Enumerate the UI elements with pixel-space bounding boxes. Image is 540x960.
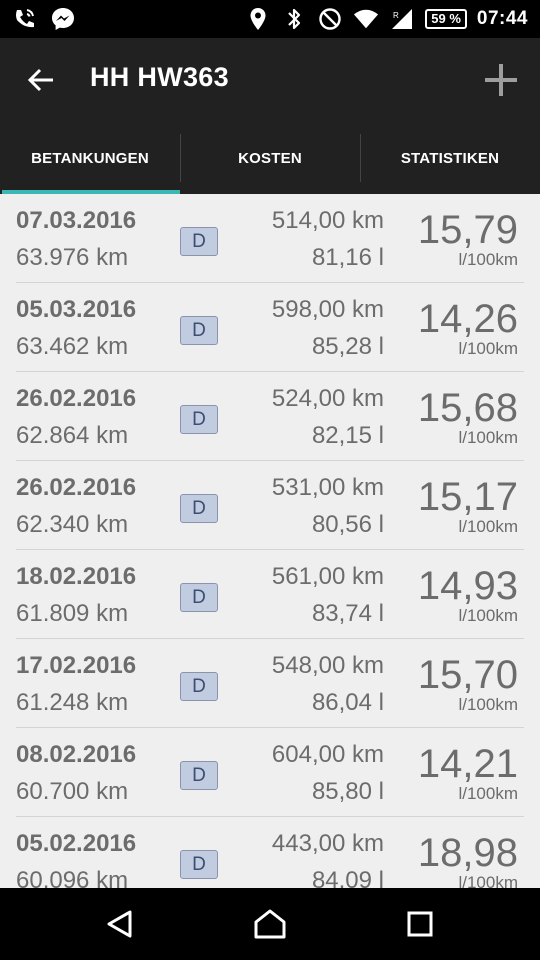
tab-bar: BETANKUNGEN KOSTEN STATISTIKEN xyxy=(0,122,540,194)
consumption-unit: l/100km xyxy=(458,428,518,447)
location-icon xyxy=(245,6,271,32)
status-time: 07:44 xyxy=(476,8,528,29)
entry-distance: 598,00 km xyxy=(271,296,384,323)
entry-volume: 80,56 l xyxy=(311,511,384,538)
entry-consumption: 15,17 xyxy=(417,475,518,519)
entry-volume: 85,28 l xyxy=(311,333,384,360)
tab-betankungen[interactable]: BETANKUNGEN xyxy=(0,122,180,194)
fuel-type-badge: D xyxy=(180,850,218,879)
battery-indicator: 59 % xyxy=(425,9,467,29)
entry-date: 17.02.2016 xyxy=(16,652,137,679)
fuel-type-badge: D xyxy=(180,672,218,701)
phone-wifi-calling-icon xyxy=(12,6,38,32)
entry-distance: 524,00 km xyxy=(271,385,384,412)
nav-back-button[interactable] xyxy=(90,900,150,948)
arrow-left-icon xyxy=(27,68,53,92)
entry-volume: 81,16 l xyxy=(311,244,384,271)
entry-volume: 83,74 l xyxy=(311,600,384,627)
entry-odometer: 62.864 km xyxy=(16,422,129,449)
entry-volume: 84,09 l xyxy=(311,867,384,888)
home-icon xyxy=(254,909,286,939)
entry-date: 05.03.2016 xyxy=(16,296,137,323)
entry-volume: 85,80 l xyxy=(311,778,384,805)
entry-date: 26.02.2016 xyxy=(16,385,137,412)
refueling-list[interactable]: 07.03.2016 63.976 km D 514,00 km 81,16 l… xyxy=(0,194,540,888)
entry-odometer: 60.096 km xyxy=(16,867,129,888)
system-nav-bar xyxy=(0,888,540,960)
entry-distance: 561,00 km xyxy=(271,563,384,590)
list-item[interactable]: 17.02.2016 61.248 km D 548,00 km 86,04 l… xyxy=(16,639,524,728)
entry-volume: 86,04 l xyxy=(311,689,384,716)
entry-date: 05.02.2016 xyxy=(16,830,137,857)
fuel-type-badge: D xyxy=(180,405,218,434)
entry-consumption: 14,26 xyxy=(417,297,518,341)
bluetooth-icon xyxy=(281,6,307,32)
nav-recents-button[interactable] xyxy=(390,900,450,948)
consumption-unit: l/100km xyxy=(458,339,518,358)
entry-consumption: 14,93 xyxy=(417,564,518,608)
entry-odometer: 63.462 km xyxy=(16,333,129,360)
fuel-type-badge: D xyxy=(180,316,218,345)
tab-statistiken[interactable]: STATISTIKEN xyxy=(360,122,540,194)
svg-text:R: R xyxy=(393,11,399,20)
entry-volume: 82,15 l xyxy=(311,422,384,449)
list-item[interactable]: 18.02.2016 61.809 km D 561,00 km 83,74 l… xyxy=(16,550,524,639)
app-bar: HH HW363 xyxy=(0,38,540,122)
entry-distance: 514,00 km xyxy=(271,207,384,234)
entry-distance: 531,00 km xyxy=(271,474,384,501)
signal-icon: R xyxy=(389,6,415,32)
consumption-unit: l/100km xyxy=(458,695,518,714)
status-bar: R 59 % 07:44 xyxy=(0,0,540,38)
entry-distance: 548,00 km xyxy=(271,652,384,679)
wifi-icon xyxy=(353,6,379,32)
messenger-icon xyxy=(50,6,76,32)
entry-consumption: 18,98 xyxy=(417,831,518,875)
list-item[interactable]: 07.03.2016 63.976 km D 514,00 km 81,16 l… xyxy=(16,194,524,283)
entry-consumption: 14,21 xyxy=(417,742,518,786)
list-item[interactable]: 26.02.2016 62.864 km D 524,00 km 82,15 l… xyxy=(16,372,524,461)
add-entry-button[interactable] xyxy=(476,58,526,102)
back-button[interactable] xyxy=(16,58,66,102)
consumption-unit: l/100km xyxy=(458,873,518,888)
fuel-type-badge: D xyxy=(180,583,218,612)
tab-kosten[interactable]: KOSTEN xyxy=(180,122,360,194)
back-triangle-icon xyxy=(107,910,132,938)
fuel-type-badge: D xyxy=(180,227,218,256)
nav-home-button[interactable] xyxy=(240,900,300,948)
entry-consumption: 15,68 xyxy=(417,386,518,430)
status-bar-right: R 59 % 07:44 xyxy=(245,6,528,32)
entry-odometer: 61.248 km xyxy=(16,689,129,716)
entry-consumption: 15,70 xyxy=(417,653,518,697)
entry-odometer: 63.976 km xyxy=(16,244,129,271)
page-title: HH HW363 xyxy=(90,62,229,92)
entry-odometer: 61.809 km xyxy=(16,600,129,627)
consumption-unit: l/100km xyxy=(458,784,518,803)
do-not-disturb-icon xyxy=(317,6,343,32)
status-bar-left xyxy=(12,6,76,32)
fuel-type-badge: D xyxy=(180,761,218,790)
plus-icon xyxy=(485,64,517,96)
list-item[interactable]: 26.02.2016 62.340 km D 531,00 km 80,56 l… xyxy=(16,461,524,550)
entry-date: 26.02.2016 xyxy=(16,474,137,501)
entry-odometer: 60.700 km xyxy=(16,778,129,805)
consumption-unit: l/100km xyxy=(458,250,518,269)
list-item[interactable]: 08.02.2016 60.700 km D 604,00 km 85,80 l… xyxy=(16,728,524,817)
fuel-type-badge: D xyxy=(180,494,218,523)
consumption-unit: l/100km xyxy=(458,517,518,536)
list-item[interactable]: 05.02.2016 60.096 km D 443,00 km 84,09 l… xyxy=(16,817,524,888)
consumption-unit: l/100km xyxy=(458,606,518,625)
entry-odometer: 62.340 km xyxy=(16,511,129,538)
entry-distance: 443,00 km xyxy=(271,830,384,857)
entry-date: 07.03.2016 xyxy=(16,207,137,234)
recents-square-icon xyxy=(407,911,433,937)
entry-consumption: 15,79 xyxy=(417,208,518,252)
list-item[interactable]: 05.03.2016 63.462 km D 598,00 km 85,28 l… xyxy=(16,283,524,372)
entry-date: 08.02.2016 xyxy=(16,741,137,768)
entry-date: 18.02.2016 xyxy=(16,563,137,590)
entry-distance: 604,00 km xyxy=(271,741,384,768)
